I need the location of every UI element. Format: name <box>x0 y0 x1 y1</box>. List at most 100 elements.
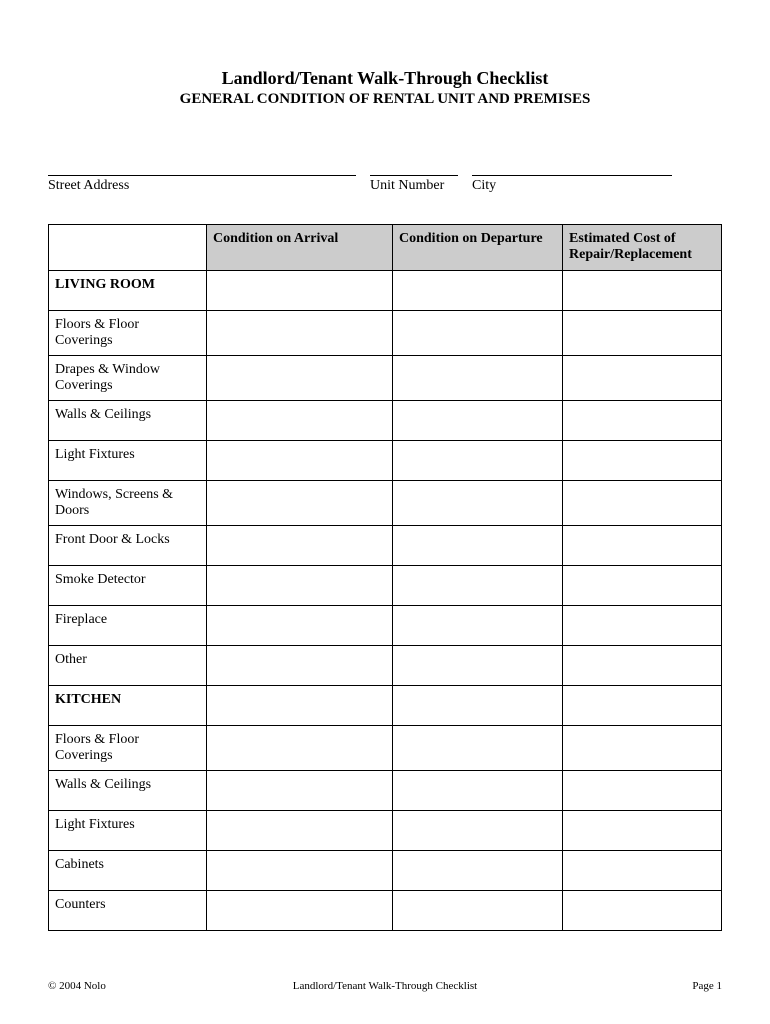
checklist-table: Condition on Arrival Condition on Depart… <box>48 224 722 931</box>
cell-cost[interactable] <box>563 401 722 441</box>
cell-departure[interactable] <box>393 726 563 771</box>
table-row: Light Fixtures <box>49 811 722 851</box>
cell-cost[interactable] <box>563 566 722 606</box>
cell-arrival[interactable] <box>207 401 393 441</box>
cell-cost[interactable] <box>563 526 722 566</box>
row-label: Smoke Detector <box>49 566 207 606</box>
table-row: Other <box>49 646 722 686</box>
cell-departure[interactable] <box>393 356 563 401</box>
cell-cost[interactable] <box>563 606 722 646</box>
row-label: LIVING ROOM <box>49 271 207 311</box>
cell-cost[interactable] <box>563 686 722 726</box>
cell-departure[interactable] <box>393 401 563 441</box>
cell-cost[interactable] <box>563 851 722 891</box>
cell-departure[interactable] <box>393 891 563 931</box>
cell-departure[interactable] <box>393 811 563 851</box>
cell-cost[interactable] <box>563 311 722 356</box>
cell-cost[interactable] <box>563 356 722 401</box>
cell-departure[interactable] <box>393 606 563 646</box>
cell-arrival[interactable] <box>207 686 393 726</box>
row-label: Walls & Ceilings <box>49 771 207 811</box>
cell-arrival[interactable] <box>207 891 393 931</box>
table-row: LIVING ROOM <box>49 271 722 311</box>
cell-arrival[interactable] <box>207 771 393 811</box>
address-labels: Street Address Unit Number City <box>48 178 722 194</box>
cell-departure[interactable] <box>393 686 563 726</box>
header-empty <box>49 225 207 271</box>
row-label: Floors & Floor Coverings <box>49 311 207 356</box>
row-label: Light Fixtures <box>49 441 207 481</box>
cell-cost[interactable] <box>563 481 722 526</box>
cell-arrival[interactable] <box>207 566 393 606</box>
footer-center: Landlord/Tenant Walk-Through Checklist <box>293 980 478 992</box>
row-label: Other <box>49 646 207 686</box>
document-title: Landlord/Tenant Walk-Through Checklist <box>48 68 722 89</box>
table-row: Light Fixtures <box>49 441 722 481</box>
street-address-line[interactable] <box>48 158 356 176</box>
footer: © 2004 Nolo Landlord/Tenant Walk-Through… <box>0 980 770 992</box>
table-row: Windows, Screens & Doors <box>49 481 722 526</box>
cell-cost[interactable] <box>563 811 722 851</box>
cell-departure[interactable] <box>393 646 563 686</box>
city-line[interactable] <box>472 158 672 176</box>
cell-cost[interactable] <box>563 441 722 481</box>
table-row: Drapes & Window Coverings <box>49 356 722 401</box>
row-label: Cabinets <box>49 851 207 891</box>
cell-departure[interactable] <box>393 441 563 481</box>
cell-cost[interactable] <box>563 271 722 311</box>
table-row: KITCHEN <box>49 686 722 726</box>
cell-cost[interactable] <box>563 646 722 686</box>
cell-arrival[interactable] <box>207 606 393 646</box>
table-row: Counters <box>49 891 722 931</box>
cell-departure[interactable] <box>393 771 563 811</box>
row-label: Floors & Floor Coverings <box>49 726 207 771</box>
row-label: Windows, Screens & Doors <box>49 481 207 526</box>
header-arrival: Condition on Arrival <box>207 225 393 271</box>
row-label: Walls & Ceilings <box>49 401 207 441</box>
cell-departure[interactable] <box>393 526 563 566</box>
cell-arrival[interactable] <box>207 726 393 771</box>
address-input-lines <box>48 158 722 176</box>
cell-arrival[interactable] <box>207 271 393 311</box>
table-row: Floors & Floor Coverings <box>49 311 722 356</box>
cell-arrival[interactable] <box>207 481 393 526</box>
cell-cost[interactable] <box>563 771 722 811</box>
footer-page: Page 1 <box>692 980 722 992</box>
cell-departure[interactable] <box>393 311 563 356</box>
header-cost: Estimated Cost of Repair/Replacement <box>563 225 722 271</box>
table-row: Cabinets <box>49 851 722 891</box>
cell-cost[interactable] <box>563 891 722 931</box>
table-row: Walls & Ceilings <box>49 771 722 811</box>
cell-arrival[interactable] <box>207 356 393 401</box>
unit-number-label: Unit Number <box>370 178 458 194</box>
title-block: Landlord/Tenant Walk-Through Checklist G… <box>48 68 722 108</box>
cell-departure[interactable] <box>393 851 563 891</box>
street-address-label: Street Address <box>48 178 356 194</box>
cell-arrival[interactable] <box>207 311 393 356</box>
row-label: Drapes & Window Coverings <box>49 356 207 401</box>
cell-arrival[interactable] <box>207 526 393 566</box>
cell-departure[interactable] <box>393 481 563 526</box>
row-label: KITCHEN <box>49 686 207 726</box>
footer-copyright: © 2004 Nolo <box>48 980 106 992</box>
table-row: Fireplace <box>49 606 722 646</box>
cell-arrival[interactable] <box>207 646 393 686</box>
row-label: Front Door & Locks <box>49 526 207 566</box>
cell-arrival[interactable] <box>207 851 393 891</box>
header-departure: Condition on Departure <box>393 225 563 271</box>
cell-departure[interactable] <box>393 271 563 311</box>
table-row: Floors & Floor Coverings <box>49 726 722 771</box>
cell-arrival[interactable] <box>207 441 393 481</box>
table-row: Walls & Ceilings <box>49 401 722 441</box>
row-label: Light Fixtures <box>49 811 207 851</box>
cell-departure[interactable] <box>393 566 563 606</box>
row-label: Fireplace <box>49 606 207 646</box>
table-row: Smoke Detector <box>49 566 722 606</box>
unit-number-line[interactable] <box>370 158 458 176</box>
city-label: City <box>472 178 672 194</box>
table-row: Front Door & Locks <box>49 526 722 566</box>
cell-arrival[interactable] <box>207 811 393 851</box>
cell-cost[interactable] <box>563 726 722 771</box>
document-subtitle: GENERAL CONDITION OF RENTAL UNIT AND PRE… <box>48 91 722 108</box>
row-label: Counters <box>49 891 207 931</box>
